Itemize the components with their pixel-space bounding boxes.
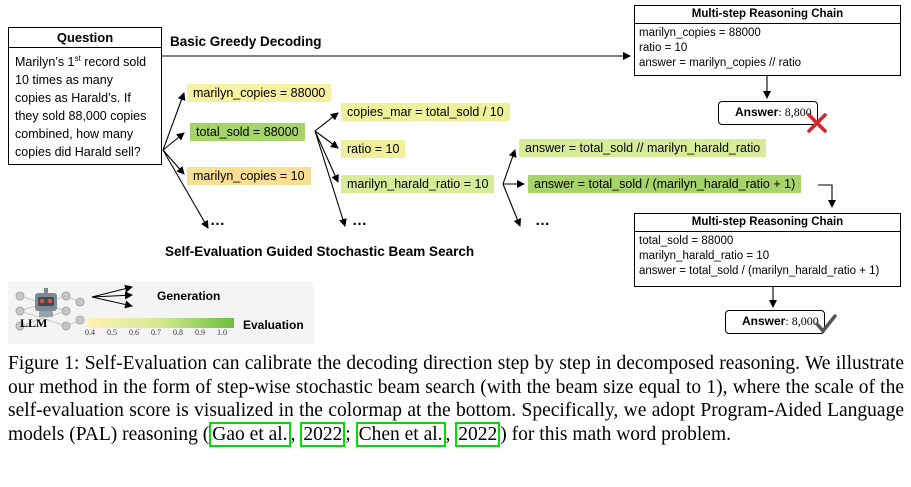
- chain-top-line-0: marilyn_copies = 88000: [639, 27, 761, 39]
- tree-node-l1-0: marilyn_copies = 88000: [187, 84, 332, 102]
- tick-6: 1.0: [217, 328, 227, 337]
- citation-chen-year[interactable]: 2022: [455, 421, 501, 447]
- caption-sep-1: ,: [290, 423, 301, 445]
- tree-node-l2-1: ratio = 10: [341, 140, 406, 158]
- tick-1: 0.5: [107, 328, 117, 337]
- tree-ellipsis-l1: …: [210, 212, 226, 229]
- cross-icon: [807, 113, 827, 133]
- chain-top-line-2: answer = marilyn_copies // ratio: [639, 57, 802, 69]
- citation-gao-year[interactable]: 2022: [300, 421, 346, 447]
- checkmark-icon: [815, 314, 837, 333]
- tree-ellipsis-l2: …: [352, 212, 368, 229]
- colormap-ticks: 0.4 0.5 0.6 0.7 0.8 0.9 1.0: [85, 328, 235, 338]
- chain-bottom-line-2: answer = total_sold / (marilyn_harald_ra…: [639, 265, 880, 277]
- answer-bottom-label: Answer: [742, 314, 786, 328]
- evaluation-label: Evaluation: [243, 318, 304, 332]
- tick-0: 0.4: [85, 328, 95, 337]
- chain-top-title: Multi-step Reasoning Chain: [635, 6, 900, 24]
- tree-node-l1-1: total_sold = 88000: [190, 123, 305, 141]
- basic-greedy-label: Basic Greedy Decoding: [170, 34, 322, 49]
- tree-node-l2-0: copies_mar = total_sold / 10: [341, 103, 510, 121]
- answer-box-top: Answer: 8,800: [718, 101, 818, 125]
- tree-node-l3-1: answer = total_sold / (marilyn_harald_ra…: [528, 175, 802, 193]
- caption-text-2: ) for this math word problem.: [500, 423, 732, 445]
- tick-3: 0.7: [151, 328, 161, 337]
- reasoning-chain-bottom: Multi-step Reasoning Chain total_sold = …: [634, 213, 901, 287]
- caption-sep-3: ,: [445, 423, 456, 445]
- tree-node-l2-2: marilyn_harald_ratio = 10: [341, 175, 495, 193]
- robot-icon: [35, 288, 57, 317]
- citation-gao-name[interactable]: Gao et al.: [209, 421, 291, 447]
- caption-sep-2: ;: [345, 423, 356, 445]
- reasoning-chain-top: Multi-step Reasoning Chain marilyn_copie…: [634, 5, 901, 76]
- beam-search-label: Self-Evaluation Guided Stochastic Beam S…: [165, 244, 475, 259]
- answer-bottom-value: : 8,000: [785, 314, 819, 328]
- tree-node-l3-0: answer = total_sold // marilyn_harald_ra…: [519, 139, 767, 157]
- chain-top-line-1: ratio = 10: [639, 42, 688, 54]
- llm-label: LLM: [20, 316, 48, 330]
- chain-bottom-title: Multi-step Reasoning Chain: [635, 214, 900, 232]
- chain-bottom-line-1: marilyn_harald_ratio = 10: [639, 250, 770, 262]
- answer-top-label: Answer: [735, 105, 779, 119]
- generation-label: Generation: [157, 289, 221, 303]
- citation-chen-name[interactable]: Chen et al.: [355, 421, 446, 447]
- figure-caption: Figure 1: Self-Evaluation can calibrate …: [8, 352, 904, 447]
- tick-2: 0.6: [129, 328, 139, 337]
- tick-4: 0.8: [173, 328, 183, 337]
- tree-node-l1-2: marilyn_copies = 10: [187, 167, 311, 185]
- chain-bottom-line-0: total_sold = 88000: [639, 235, 734, 247]
- tree-ellipsis-l3: …: [535, 212, 551, 229]
- answer-box-bottom: Answer: 8,000: [725, 310, 825, 334]
- tick-5: 0.9: [195, 328, 205, 337]
